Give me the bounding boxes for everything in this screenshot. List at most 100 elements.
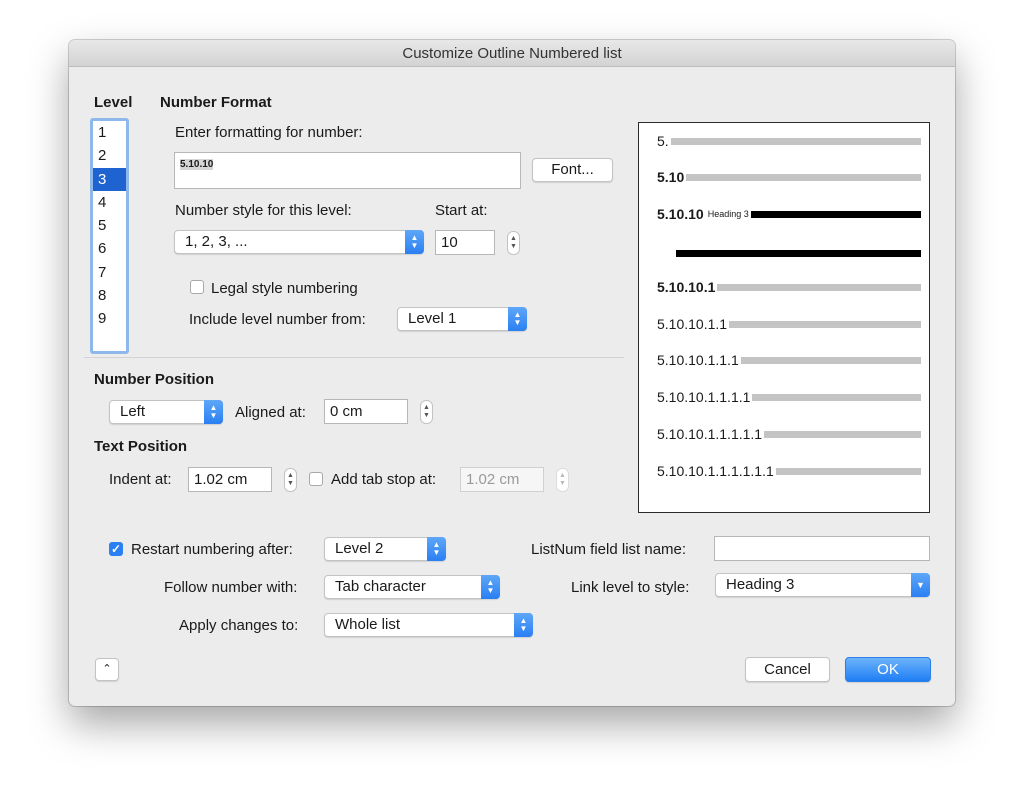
level-list[interactable]: 1 2 3 4 5 6 7 8 9 [90, 118, 129, 354]
preview-bar [775, 467, 921, 475]
preview-row: 5.10.10.1.1 [657, 316, 921, 332]
preview-pane: 5. 5.10 5.10.10 Heading 3 5.10.10.1 5.10… [638, 122, 930, 513]
level-item[interactable]: 7 [93, 261, 126, 284]
window-title: Customize Outline Numbered list [69, 40, 955, 67]
preview-bar [670, 137, 921, 145]
ok-button[interactable]: OK [845, 657, 931, 682]
preview-number: 5.10 [657, 169, 685, 185]
preview-row: 5.10.10.1.1.1 [657, 352, 921, 368]
tab-stop-input[interactable]: 1.02 cm [460, 467, 544, 492]
font-button[interactable]: Font... [532, 158, 613, 182]
popup-arrows-icon: ▲ ▼ [405, 230, 424, 254]
popup-arrows-icon: ▲ ▼ [204, 400, 223, 424]
cancel-button[interactable]: Cancel [745, 657, 830, 682]
apply-changes-value: Whole list [335, 616, 401, 633]
follow-number-label: Follow number with: [164, 579, 298, 596]
preview-number: 5.10.10.1.1 [657, 316, 728, 332]
legal-style-checkbox[interactable] [190, 280, 204, 294]
restart-level-popup[interactable]: Level 2 ▲ ▼ [324, 537, 446, 561]
preview-bar [764, 430, 921, 438]
preview-row: 5. [657, 133, 921, 149]
number-style-value: 1, 2, 3, ... [185, 233, 248, 250]
collapse-button[interactable]: ⌃ [95, 658, 119, 681]
preview-number: 5.10.10.1.1.1.1.1 [657, 426, 763, 442]
level-item[interactable]: 9 [93, 307, 126, 330]
link-level-value: Heading 3 [726, 576, 795, 593]
level-item[interactable]: 6 [93, 237, 126, 260]
include-level-value: Level 1 [408, 310, 457, 327]
follow-number-value: Tab character [335, 578, 426, 595]
customize-outline-dialog: Customize Outline Numbered list Level 1 … [69, 40, 955, 706]
apply-changes-popup[interactable]: Whole list ▲ ▼ [324, 613, 533, 637]
indent-at-label: Indent at: [109, 471, 172, 488]
preview-bar [676, 250, 921, 257]
number-format-heading: Number Format [160, 94, 272, 111]
preview-row-current: 5.10.10 Heading 3 [657, 206, 921, 222]
preview-number: 5.10.10.1.1.1.1.1.1 [657, 463, 774, 479]
follow-number-popup[interactable]: Tab character ▲ ▼ [324, 575, 500, 599]
preview-number: 5.10.10.1.1.1 [657, 352, 739, 368]
chevron-down-icon: ▼ [911, 573, 930, 597]
level-item[interactable]: 8 [93, 284, 126, 307]
number-style-label: Number style for this level: [175, 202, 352, 219]
preview-bar [717, 283, 921, 291]
enter-formatting-label: Enter formatting for number: [175, 124, 363, 141]
level-item[interactable]: 1 [93, 121, 126, 144]
indent-at-stepper[interactable]: ▲ ▼ [284, 468, 297, 492]
indent-at-input[interactable]: 1.02 cm [188, 467, 272, 492]
preview-row: 5.10.10.1 [657, 279, 921, 295]
legal-style-label: Legal style numbering [211, 280, 358, 297]
popup-arrows-icon: ▲ ▼ [427, 537, 446, 561]
preview-row: 5.10 [657, 169, 921, 185]
preview-number: 5.10.10.1.1.1.1 [657, 389, 751, 405]
text-position-heading: Text Position [94, 438, 188, 455]
include-level-label: Include level number from: [189, 311, 366, 328]
preview-style-note: Heading 3 [707, 209, 749, 219]
restart-level-value: Level 2 [335, 540, 384, 557]
alignment-popup[interactable]: Left ▲ ▼ [109, 400, 223, 424]
level-item[interactable]: 2 [93, 144, 126, 167]
start-at-label: Start at: [435, 202, 488, 219]
format-input[interactable]: 5.10.10 [174, 152, 521, 189]
number-position-heading: Number Position [94, 371, 215, 388]
preview-bar [729, 320, 921, 328]
preview-bar [686, 173, 921, 181]
preview-number: 5. [657, 133, 669, 149]
level-heading: Level [94, 94, 133, 111]
preview-row: 5.10.10.1.1.1.1 [657, 389, 921, 405]
restart-numbering-checkbox[interactable]: ✓ [109, 542, 123, 556]
chevron-up-icon: ⌃ [102, 663, 112, 675]
include-level-popup[interactable]: Level 1 ▲ ▼ [397, 307, 527, 331]
preview-number: 5.10.10.1 [657, 279, 716, 295]
apply-changes-label: Apply changes to: [179, 617, 299, 634]
level-item[interactable]: 5 [93, 214, 126, 237]
level-item-selected[interactable]: 3 [93, 167, 126, 191]
start-at-stepper[interactable]: ▲ ▼ [507, 231, 520, 255]
level-item[interactable]: 4 [93, 191, 126, 214]
alignment-value: Left [120, 403, 146, 420]
add-tab-stop-label: Add tab stop at: [331, 471, 437, 488]
preview-bar [750, 210, 921, 218]
aligned-at-label: Aligned at: [235, 404, 306, 421]
link-level-popup[interactable]: Heading 3 ▼ [715, 573, 930, 597]
aligned-at-stepper[interactable]: ▲ ▼ [420, 400, 433, 424]
link-level-label: Link level to style: [571, 579, 690, 596]
preview-bar [752, 393, 921, 401]
preview-bar [740, 356, 921, 364]
preview-number: 5.10.10 [657, 206, 704, 222]
popup-arrows-icon: ▲ ▼ [481, 575, 500, 599]
popup-arrows-icon: ▲ ▼ [514, 613, 533, 637]
start-at-input[interactable]: 10 [435, 230, 495, 255]
listnum-label: ListNum field list name: [531, 541, 687, 558]
aligned-at-input[interactable]: 0 cm [324, 399, 408, 424]
preview-row: 5.10.10.1.1.1.1.1.1 [657, 463, 921, 479]
number-style-popup[interactable]: 1, 2, 3, ... ▲ ▼ [174, 230, 424, 254]
add-tab-stop-checkbox[interactable] [309, 472, 323, 486]
restart-numbering-label: Restart numbering after: [131, 541, 293, 558]
section-divider [84, 357, 624, 358]
tab-stop-stepper[interactable]: ▲ ▼ [556, 468, 569, 492]
format-value: 5.10.10 [180, 159, 214, 170]
preview-row: 5.10.10.1.1.1.1.1 [657, 426, 921, 442]
listnum-input[interactable] [714, 536, 930, 561]
popup-arrows-icon: ▲ ▼ [508, 307, 527, 331]
